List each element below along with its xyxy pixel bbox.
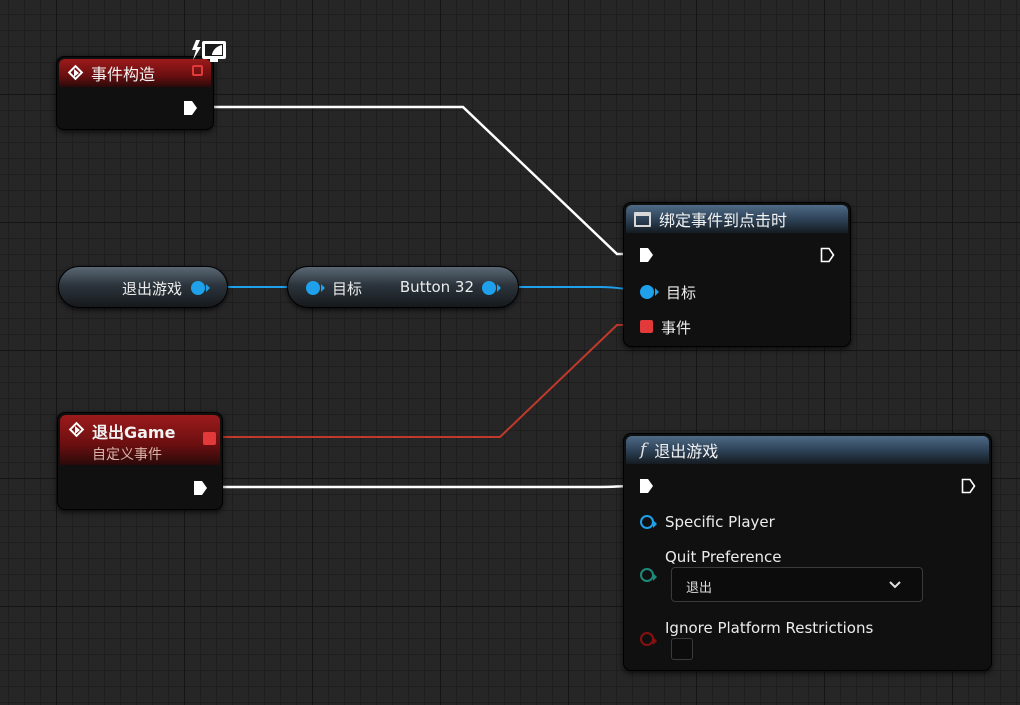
button-getter-node[interactable]: 目标 Button 32: [287, 266, 519, 308]
quit-game-variable-label: 退出游戏: [121, 280, 182, 298]
quit-game-custom-event-node[interactable]: 退出Game 自定义事件: [57, 412, 223, 510]
object-wire-button-to-bind: [498, 286, 641, 291]
quit-preference-dropdown[interactable]: 退出: [671, 567, 923, 602]
event-construct-title: 事件构造: [91, 65, 156, 84]
delegate-wire-event-to-bind: [216, 324, 640, 438]
quit-game-event-header: 退出Game 自定义事件: [60, 415, 220, 465]
replication-monitor-icon: [192, 40, 226, 62]
target-input-pin[interactable]: [640, 285, 659, 299]
exec-wire-quitevent-to-quitgame: [214, 484, 641, 489]
exec-output-pin[interactable]: [961, 478, 976, 494]
quit-game-event-subtitle: 自定义事件: [92, 447, 162, 463]
quit-game-function-node[interactable]: f 退出游戏 Specific Player Quit Preference 退…: [623, 433, 992, 671]
quit-game-function-header: f 退出游戏: [626, 436, 989, 464]
button-output-label: Button 32: [399, 278, 474, 296]
bind-event-header: 绑定事件到点击时: [626, 205, 848, 233]
function-f-icon: f: [640, 440, 647, 460]
exec-input-pin[interactable]: [639, 247, 654, 263]
event-diamond-icon: [67, 64, 85, 82]
ignore-platform-restrictions-label: Ignore Platform Restrictions: [665, 619, 874, 637]
specific-player-input-pin[interactable]: [640, 515, 657, 529]
exec-input-pin[interactable]: [639, 478, 654, 494]
quit-preference-input-pin[interactable]: [640, 568, 657, 582]
specific-player-label: Specific Player: [665, 513, 775, 531]
delegate-output-pin[interactable]: [203, 432, 216, 445]
quit-preference-label: Quit Preference: [665, 548, 782, 566]
quit-game-event-title: 退出Game: [92, 423, 176, 442]
event-construct-header: 事件构造: [59, 59, 211, 87]
ignore-platform-restrictions-input-pin[interactable]: [640, 632, 657, 646]
chevron-down-icon: [889, 581, 901, 589]
exec-output-pin[interactable]: [820, 247, 835, 263]
exec-output-pin[interactable]: [193, 480, 208, 496]
target-input-label: 目标: [332, 280, 363, 298]
ignore-platform-restrictions-checkbox[interactable]: [671, 638, 693, 660]
event-delegate-input-pin[interactable]: [640, 320, 653, 333]
event-input-label: 事件: [661, 319, 692, 337]
target-input-label: 目标: [666, 284, 697, 302]
exec-wire-construct-to-bind: [205, 105, 640, 256]
widget-window-icon: [634, 211, 651, 227]
variable-output-pin[interactable]: [191, 281, 210, 295]
exec-output-pin[interactable]: [183, 100, 198, 116]
quit-game-variable-node[interactable]: 退出游戏: [58, 266, 228, 308]
bind-event-title: 绑定事件到点击时: [659, 211, 788, 230]
quit-preference-value: 退出: [686, 581, 713, 596]
event-diamond-icon: [68, 421, 86, 439]
target-input-pin[interactable]: [306, 281, 325, 295]
bind-event-node[interactable]: 绑定事件到点击时 目标 事件: [623, 202, 851, 347]
quit-game-function-title: 退出游戏: [654, 442, 719, 461]
button-output-pin[interactable]: [482, 281, 501, 295]
